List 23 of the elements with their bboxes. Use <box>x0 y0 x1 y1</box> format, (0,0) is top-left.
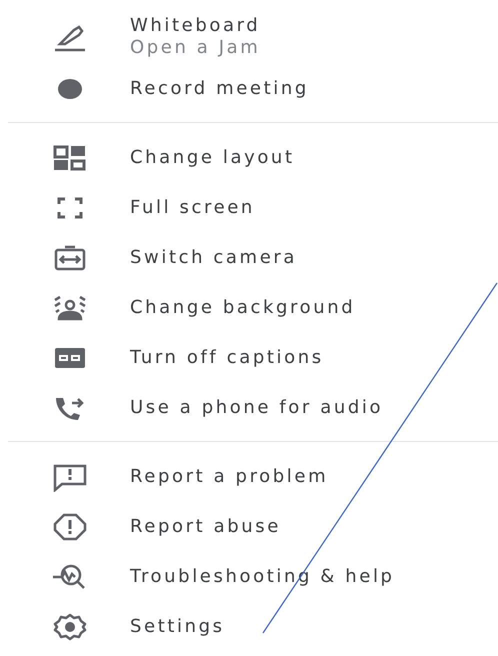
menu-item-label: Use a phone for audio <box>130 397 384 419</box>
menu-item[interactable]: Record meeting <box>0 64 498 114</box>
menu-item-label: Full screen <box>130 197 255 219</box>
menu-item-subtitle: Open a Jam <box>130 37 260 59</box>
menu-item[interactable]: Full screen <box>0 183 498 233</box>
menu-item-label: Report abuse <box>130 516 281 538</box>
menu-item-label: Turn off captions <box>130 347 324 369</box>
menu-item[interactable]: Use a phone for audio <box>0 383 498 433</box>
menu-item[interactable]: Turn off captions <box>0 333 498 383</box>
menu-item-label: Record meeting <box>130 78 309 100</box>
menu-item-label: Change background <box>130 297 356 319</box>
menu-item-label: Settings <box>130 616 225 638</box>
menu-item-label: Report a problem <box>130 466 328 488</box>
menu-item[interactable]: Report abuse <box>0 502 498 552</box>
menu-item[interactable]: Change layout <box>0 133 498 183</box>
menu-item[interactable]: Switch camera <box>0 233 498 283</box>
menu-item[interactable]: Whiteboard Open a Jam <box>0 10 498 64</box>
menu-item-label: Switch camera <box>130 247 297 269</box>
menu-item-label: Change layout <box>130 147 295 169</box>
menu-item[interactable]: Change background <box>0 283 498 333</box>
menu-item[interactable]: Settings <box>0 602 498 652</box>
menu-item-label: Whiteboard <box>130 15 260 37</box>
menu-item[interactable]: Report a problem <box>0 452 498 502</box>
